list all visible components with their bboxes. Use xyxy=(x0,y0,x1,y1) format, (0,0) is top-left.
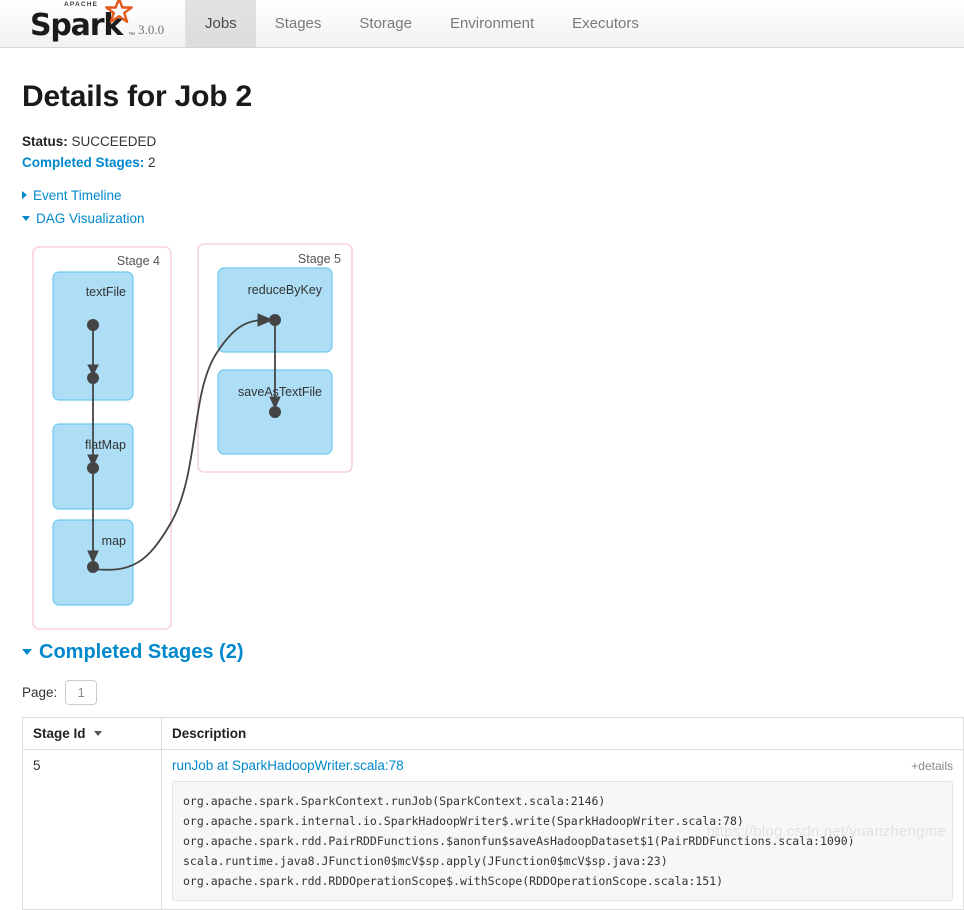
dag-visualization-toggle-row: DAG Visualization xyxy=(22,208,942,229)
apache-label: APACHE xyxy=(64,1,99,8)
page-content: Details for Job 2 Status: SUCCEEDED Comp… xyxy=(0,80,964,910)
tab-storage[interactable]: Storage xyxy=(340,0,431,47)
tab-stages[interactable]: Stages xyxy=(256,0,341,47)
description-header-line: runJob at SparkHadoopWriter.scala:78 +de… xyxy=(172,758,953,773)
pagination-row: Page: xyxy=(22,680,942,705)
tab-environment[interactable]: Environment xyxy=(431,0,553,47)
spark-logo-mark: APACHE Spark ™ xyxy=(30,0,135,41)
vertex-dot-textfile-out xyxy=(87,372,99,384)
navbar-tabs: Jobs Stages Storage Environment Executor… xyxy=(186,0,658,47)
spark-version-label: 3.0.0 xyxy=(138,22,165,37)
page-title: Details for Job 2 xyxy=(22,80,252,113)
completed-stages-table: Stage Id Description 5 runJob at SparkHa… xyxy=(22,717,964,910)
event-timeline-toggle-row: Event Timeline xyxy=(22,185,942,206)
event-timeline-toggle[interactable]: Event Timeline xyxy=(22,188,122,203)
stage-4-title: Stage 4 xyxy=(117,254,160,268)
trademark-symbol: ™ xyxy=(128,32,136,39)
flatmap-label: flatMap xyxy=(85,438,126,452)
completed-stages-section-title[interactable]: Completed Stages (2) xyxy=(22,641,942,664)
dag-visualization-toggle[interactable]: DAG Visualization xyxy=(22,211,145,226)
spark-brand-logo[interactable]: APACHE Spark ™ 3.0.0 xyxy=(0,0,186,47)
top-navbar: APACHE Spark ™ 3.0.0 Jobs Stages Storage… xyxy=(0,0,964,48)
stage-stacktrace: org.apache.spark.SparkContext.runJob(Spa… xyxy=(172,781,953,901)
completed-stages-heading: Completed Stages (2) xyxy=(39,641,244,663)
event-timeline-label: Event Timeline xyxy=(33,188,122,203)
page-label: Page: xyxy=(22,685,58,700)
dag-graph: Stage 4 Stage 5 textFile flatMap map red… xyxy=(32,243,353,630)
tab-executors[interactable]: Executors xyxy=(553,0,658,47)
column-header-stage-id[interactable]: Stage Id xyxy=(22,717,162,750)
cell-stage-id: 5 xyxy=(22,749,162,910)
tab-jobs[interactable]: Jobs xyxy=(186,0,256,47)
textfile-label: textFile xyxy=(86,285,126,299)
vertex-dot-map xyxy=(87,561,99,573)
completed-stages-line: Completed Stages: 2 xyxy=(22,153,942,173)
sort-descending-icon xyxy=(93,730,102,736)
status-label: Status: xyxy=(22,134,68,149)
completed-stages-label: Completed Stages: xyxy=(22,155,145,170)
vertex-dot-saveastextfile xyxy=(269,406,281,418)
job-status-line: Status: SUCCEEDED xyxy=(22,132,942,152)
status-value: SUCCEEDED xyxy=(71,134,157,149)
spark-star-icon xyxy=(105,0,133,23)
table-row: 5 runJob at SparkHadoopWriter.scala:78 +… xyxy=(22,749,964,910)
vertex-dot-reducebykey xyxy=(269,314,281,326)
caret-right-icon xyxy=(22,191,27,200)
stage-id-header-label: Stage Id xyxy=(33,726,86,741)
table-header-row: Stage Id Description xyxy=(22,717,964,750)
dag-visualization-panel: Stage 4 Stage 5 textFile flatMap map red… xyxy=(22,241,942,641)
stage-5-title: Stage 5 xyxy=(298,252,341,266)
description-header-label: Description xyxy=(172,726,247,741)
dag-visualization-label: DAG Visualization xyxy=(36,211,145,226)
map-label: map xyxy=(102,534,126,548)
page-number-input[interactable] xyxy=(65,680,98,705)
reducebykey-label: reduceByKey xyxy=(248,283,323,297)
vertex-dot-textfile-in xyxy=(87,319,99,331)
caret-down-icon xyxy=(22,215,30,221)
details-toggle-link[interactable]: +details xyxy=(911,759,953,773)
vertex-dot-flatmap xyxy=(87,462,99,474)
table-body: 5 runJob at SparkHadoopWriter.scala:78 +… xyxy=(22,749,964,910)
cell-description: runJob at SparkHadoopWriter.scala:78 +de… xyxy=(162,750,964,910)
table-head: Stage Id Description xyxy=(22,717,964,750)
section-caret-down-icon xyxy=(22,648,32,655)
stage-description-link[interactable]: runJob at SparkHadoopWriter.scala:78 xyxy=(172,758,404,773)
column-header-description[interactable]: Description xyxy=(161,717,964,750)
completed-stages-value: 2 xyxy=(148,155,156,170)
